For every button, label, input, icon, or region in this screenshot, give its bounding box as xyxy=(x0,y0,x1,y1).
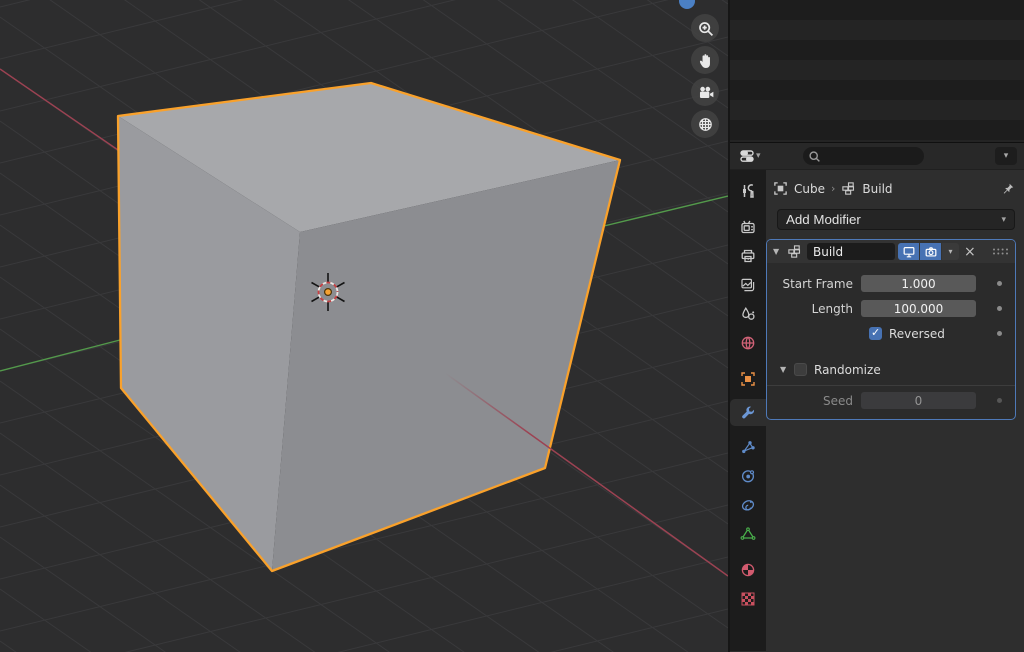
blender-window: ▾ ▾ Cube xyxy=(0,0,1024,652)
breadcrumb-modifier[interactable]: Build xyxy=(862,182,892,196)
render-icon xyxy=(740,219,756,235)
object-icon xyxy=(740,371,756,387)
randomize-subpanel-body: Seed 0 xyxy=(767,385,1015,413)
hand-icon xyxy=(697,52,714,69)
modifier-panel-header[interactable]: ▼ xyxy=(767,240,1015,263)
breadcrumb: Cube › Build xyxy=(766,175,1024,202)
tab-scene-properties[interactable] xyxy=(730,300,766,327)
object-data-icon xyxy=(740,526,756,542)
modifier-name-field[interactable] xyxy=(807,243,895,260)
expand-triangle-icon[interactable]: ▼ xyxy=(773,247,787,256)
tab-physics-properties[interactable] xyxy=(730,462,766,489)
start-frame-field[interactable]: 1.000 xyxy=(861,275,976,292)
seed-label: Seed xyxy=(767,394,861,408)
outliner-region[interactable] xyxy=(730,0,1024,143)
tab-tool-properties[interactable] xyxy=(730,177,766,204)
object-origin-dot xyxy=(325,289,332,296)
properties-editor-icon xyxy=(739,148,755,164)
build-modifier-icon xyxy=(787,244,802,259)
delete-modifier-button[interactable]: × xyxy=(964,245,976,259)
viewport-gizmo-column xyxy=(691,14,719,138)
properties-header: ▾ ▾ xyxy=(730,143,1024,170)
reversed-label[interactable]: Reversed xyxy=(889,327,945,341)
start-frame-row: Start Frame 1.000 xyxy=(767,271,1015,296)
seed-row: Seed 0 xyxy=(767,388,1015,413)
animate-decorator-dot[interactable] xyxy=(997,281,1002,286)
zoom-icon xyxy=(697,20,714,37)
render-camera-icon xyxy=(924,245,938,259)
physics-icon xyxy=(740,468,756,484)
search-box[interactable] xyxy=(803,147,924,165)
editor-type-button[interactable]: ▾ xyxy=(737,147,763,165)
modifier-panel-build: ▼ xyxy=(766,239,1016,420)
properties-editor: ▾ ▾ Cube xyxy=(728,0,1024,652)
tab-view-layer-properties[interactable] xyxy=(730,271,766,298)
tab-particles-properties[interactable] xyxy=(730,433,766,460)
gizmo-camera-button[interactable] xyxy=(691,78,719,106)
grid-sphere-icon xyxy=(697,116,714,133)
object-icon xyxy=(773,181,788,196)
tab-constraints-properties[interactable] xyxy=(730,491,766,518)
constraints-icon xyxy=(740,497,756,513)
y-axis-line xyxy=(0,340,120,371)
tab-output-properties[interactable] xyxy=(730,242,766,269)
tab-material-properties[interactable] xyxy=(730,556,766,583)
viewport-canvas xyxy=(0,0,728,652)
tab-modifiers-properties[interactable] xyxy=(730,399,766,426)
randomize-checkbox[interactable] xyxy=(794,363,807,376)
tab-object-properties[interactable] xyxy=(730,365,766,392)
search-icon xyxy=(808,150,821,163)
wrench-icon xyxy=(740,405,756,421)
chevron-down-icon: ▾ xyxy=(756,152,761,161)
filter-dropdown-button[interactable]: ▾ xyxy=(995,147,1017,165)
add-modifier-button[interactable]: Add Modifier ▾ xyxy=(777,209,1015,230)
gizmo-ortho-button[interactable] xyxy=(691,110,719,138)
length-field[interactable]: 100.000 xyxy=(861,300,976,317)
start-frame-label: Start Frame xyxy=(767,277,861,291)
reversed-checkbox[interactable] xyxy=(869,327,882,340)
gizmo-pan-button[interactable] xyxy=(691,46,719,74)
length-label: Length xyxy=(767,302,861,316)
display-render-toggle[interactable] xyxy=(920,243,941,260)
search-input[interactable] xyxy=(824,149,919,163)
3d-viewport[interactable] xyxy=(0,0,728,652)
animate-decorator-dot[interactable] xyxy=(997,306,1002,311)
expand-triangle-icon[interactable]: ▼ xyxy=(780,365,793,374)
view-layer-icon xyxy=(740,277,756,293)
scene-icon xyxy=(740,306,756,322)
output-icon xyxy=(740,248,756,264)
tab-render-properties[interactable] xyxy=(730,213,766,240)
tab-texture-properties[interactable] xyxy=(730,585,766,612)
seed-field[interactable]: 0 xyxy=(861,392,976,409)
modifier-panel-body: Start Frame 1.000 Length 100.000 xyxy=(767,263,1015,419)
build-modifier-icon xyxy=(841,181,856,196)
reversed-row: Reversed xyxy=(767,321,1015,346)
particles-icon xyxy=(740,439,756,455)
monitor-icon xyxy=(902,245,916,259)
camera-view-icon xyxy=(697,84,714,101)
chevron-down-icon: ▾ xyxy=(1001,214,1006,225)
x-axis-line xyxy=(0,69,118,150)
breadcrumb-object[interactable]: Cube xyxy=(794,182,825,196)
properties-tab-column xyxy=(730,170,766,651)
gizmo-zoom-button[interactable] xyxy=(691,14,719,42)
texture-icon xyxy=(740,591,756,607)
modifier-extras-dropdown[interactable]: ▾ xyxy=(942,243,959,260)
randomize-subpanel-header[interactable]: ▼ Randomize xyxy=(767,357,1015,382)
tool-icon xyxy=(740,183,756,199)
pin-icon[interactable] xyxy=(1001,182,1015,196)
drag-grip-icon[interactable] xyxy=(992,247,1009,256)
display-viewport-toggle[interactable] xyxy=(898,243,919,260)
breadcrumb-separator: › xyxy=(831,182,835,195)
y-axis-line xyxy=(604,196,728,226)
animate-decorator-dot[interactable] xyxy=(997,398,1002,403)
randomize-label[interactable]: Randomize xyxy=(814,363,881,377)
tab-world-properties[interactable] xyxy=(730,329,766,356)
material-icon xyxy=(740,562,756,578)
tab-object-data-properties[interactable] xyxy=(730,520,766,547)
animate-decorator-dot[interactable] xyxy=(997,331,1002,336)
world-icon xyxy=(740,335,756,351)
length-row: Length 100.000 xyxy=(767,296,1015,321)
